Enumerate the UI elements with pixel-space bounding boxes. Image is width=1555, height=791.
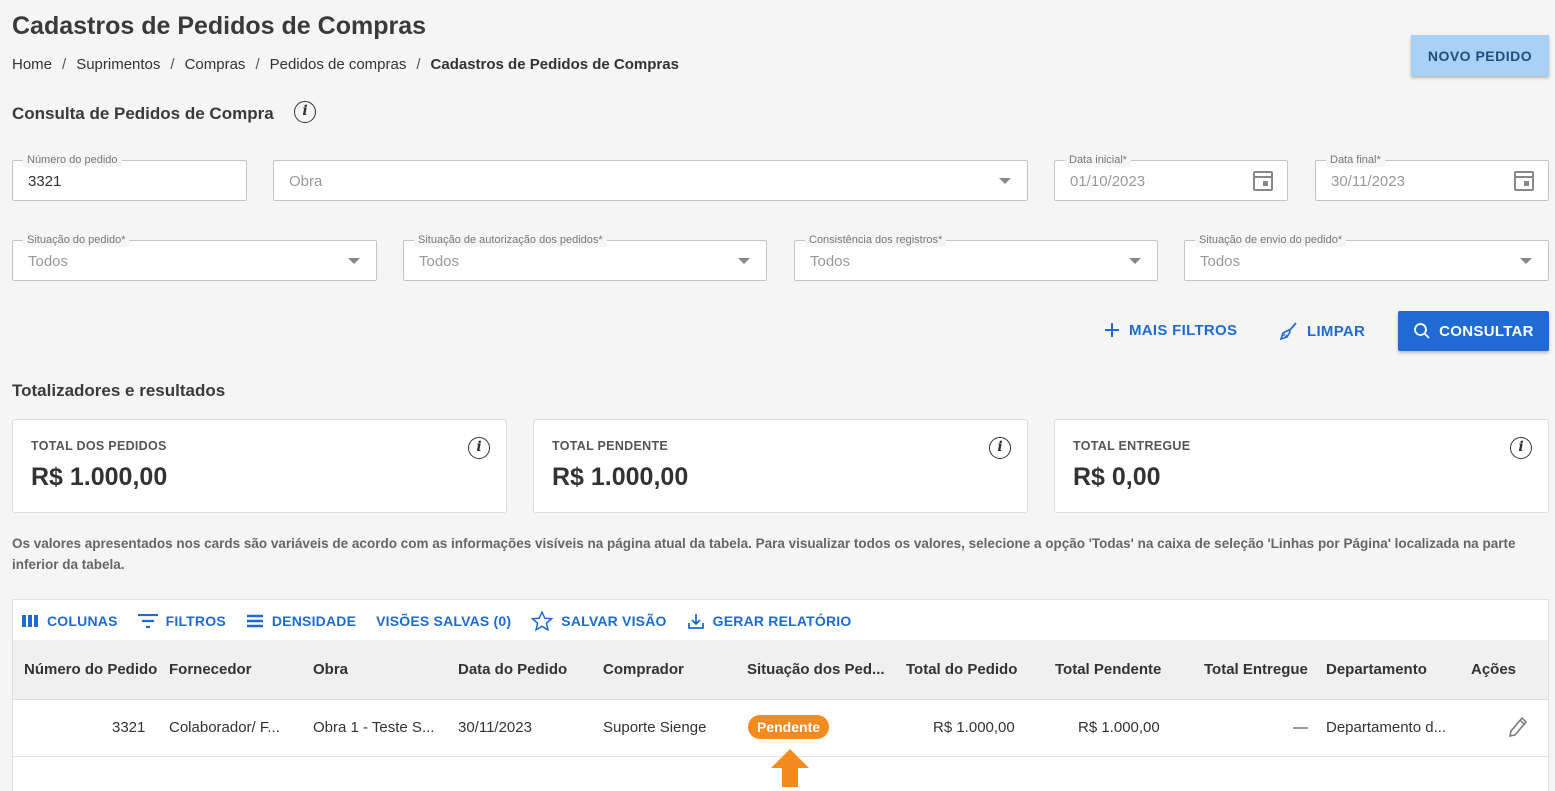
new-order-button[interactable]: NOVO PEDIDO xyxy=(1411,35,1549,76)
col-numero[interactable]: Número do Pedido xyxy=(24,661,157,678)
order-number-field[interactable]: Número do pedido 3321 xyxy=(12,153,247,201)
cell-data: 30/11/2023 xyxy=(458,719,532,736)
col-entregue[interactable]: Total Entregue xyxy=(1204,661,1308,678)
total-delivered-card: TOTAL ENTREGUE R$ 0,00 i xyxy=(1054,419,1549,513)
search-icon xyxy=(1414,323,1430,339)
end-date-field[interactable]: Data final* 30/11/2023 xyxy=(1315,153,1549,201)
start-date-field[interactable]: Data inicial* 01/10/2023 xyxy=(1054,153,1288,201)
totals-note: Os valores apresentados nos cards são va… xyxy=(12,536,1516,572)
page-title: Cadastros de Pedidos de Compras xyxy=(12,12,427,40)
cell-comprador: Suporte Sienge xyxy=(603,719,707,736)
plus-icon xyxy=(1105,323,1119,337)
broom-icon xyxy=(1279,322,1297,341)
breadcrumb: Home / Suprimentos / Compras / Pedidos d… xyxy=(12,56,679,73)
table-toolbar: COLUNAS FILTROS DENSIDADE VISÕES SALVAS … xyxy=(21,611,851,631)
breadcrumb-compras[interactable]: Compras xyxy=(185,56,246,73)
pencil-icon[interactable] xyxy=(1508,716,1528,738)
col-fornecedor[interactable]: Fornecedor xyxy=(169,661,252,678)
col-comprador[interactable]: Comprador xyxy=(603,661,684,678)
arrow-up-icon xyxy=(771,749,809,787)
obra-select[interactable]: Obra xyxy=(273,160,1028,201)
info-icon[interactable]: i xyxy=(1510,437,1532,459)
density-button[interactable]: DENSIDADE xyxy=(246,611,356,631)
star-icon xyxy=(531,611,554,631)
search-button[interactable]: CONSULTAR xyxy=(1398,311,1549,351)
col-departamento[interactable]: Departamento xyxy=(1326,661,1427,678)
query-section-title: Consulta de Pedidos de Compra xyxy=(12,104,274,123)
info-icon[interactable]: i xyxy=(989,437,1011,459)
authorization-status-select[interactable]: Situação de autorização dos pedidos* Tod… xyxy=(403,233,767,281)
cell-departamento: Departamento d... xyxy=(1326,719,1447,736)
status-badge: Pendente xyxy=(748,715,830,739)
order-status-select[interactable]: Situação do pedido* Todos xyxy=(12,233,377,281)
totals-section-title: Totalizadores e resultados xyxy=(12,381,226,400)
breadcrumb-suprimentos[interactable]: Suprimentos xyxy=(76,56,160,73)
filter-icon xyxy=(137,614,158,628)
total-pending-card: TOTAL PENDENTE R$ 1.000,00 i xyxy=(533,419,1028,513)
col-acoes: Ações xyxy=(1471,661,1517,678)
calendar-icon[interactable] xyxy=(1514,171,1534,191)
columns-button[interactable]: COLUNAS xyxy=(21,611,118,631)
cell-total: R$ 1.000,00 xyxy=(933,719,1015,736)
col-total[interactable]: Total do Pedido xyxy=(906,661,1017,678)
columns-icon xyxy=(22,615,38,627)
chevron-down-icon xyxy=(1520,258,1532,264)
more-filters-button[interactable]: MAIS FILTROS xyxy=(1103,321,1237,339)
table-header: Número do Pedido Fornecedor Obra Data do… xyxy=(13,640,1548,700)
generate-report-button[interactable]: GERAR RELATÓRIO xyxy=(687,611,852,631)
cell-pendente: R$ 1.000,00 xyxy=(1078,719,1160,736)
cell-fornecedor: Colaborador/ F... xyxy=(169,719,280,736)
info-icon[interactable]: i xyxy=(468,437,490,459)
chevron-down-icon xyxy=(1129,258,1141,264)
send-status-select[interactable]: Situação de envio do pedido* Todos xyxy=(1184,233,1549,281)
col-data[interactable]: Data do Pedido xyxy=(458,661,567,678)
breadcrumb-home[interactable]: Home xyxy=(12,56,52,73)
saved-views-button[interactable]: VISÕES SALVAS (0) xyxy=(376,611,511,631)
filters-button[interactable]: FILTROS xyxy=(137,611,226,631)
cell-numero: 3321 xyxy=(112,719,146,736)
calendar-icon[interactable] xyxy=(1253,171,1273,191)
cell-obra: Obra 1 - Teste S... xyxy=(313,719,435,736)
breadcrumb-current: Cadastros de Pedidos de Compras xyxy=(430,56,679,73)
consistency-select[interactable]: Consistência dos registros* Todos xyxy=(794,233,1158,281)
save-view-button[interactable]: SALVAR VISÃO xyxy=(531,611,666,631)
col-pendente[interactable]: Total Pendente xyxy=(1055,661,1161,678)
col-obra[interactable]: Obra xyxy=(313,661,348,678)
density-icon xyxy=(246,614,263,628)
chevron-down-icon xyxy=(738,258,750,264)
download-icon xyxy=(687,614,704,629)
info-icon[interactable]: i xyxy=(294,101,316,123)
chevron-down-icon xyxy=(348,258,360,264)
chevron-down-icon xyxy=(999,178,1011,184)
col-situacao[interactable]: Situação dos Ped... xyxy=(747,661,885,678)
clear-button[interactable]: LIMPAR xyxy=(1279,321,1365,341)
total-orders-card: TOTAL DOS PEDIDOS R$ 1.000,00 i xyxy=(12,419,507,513)
breadcrumb-pedidos[interactable]: Pedidos de compras xyxy=(270,56,407,73)
cell-entregue: — xyxy=(1293,719,1308,736)
